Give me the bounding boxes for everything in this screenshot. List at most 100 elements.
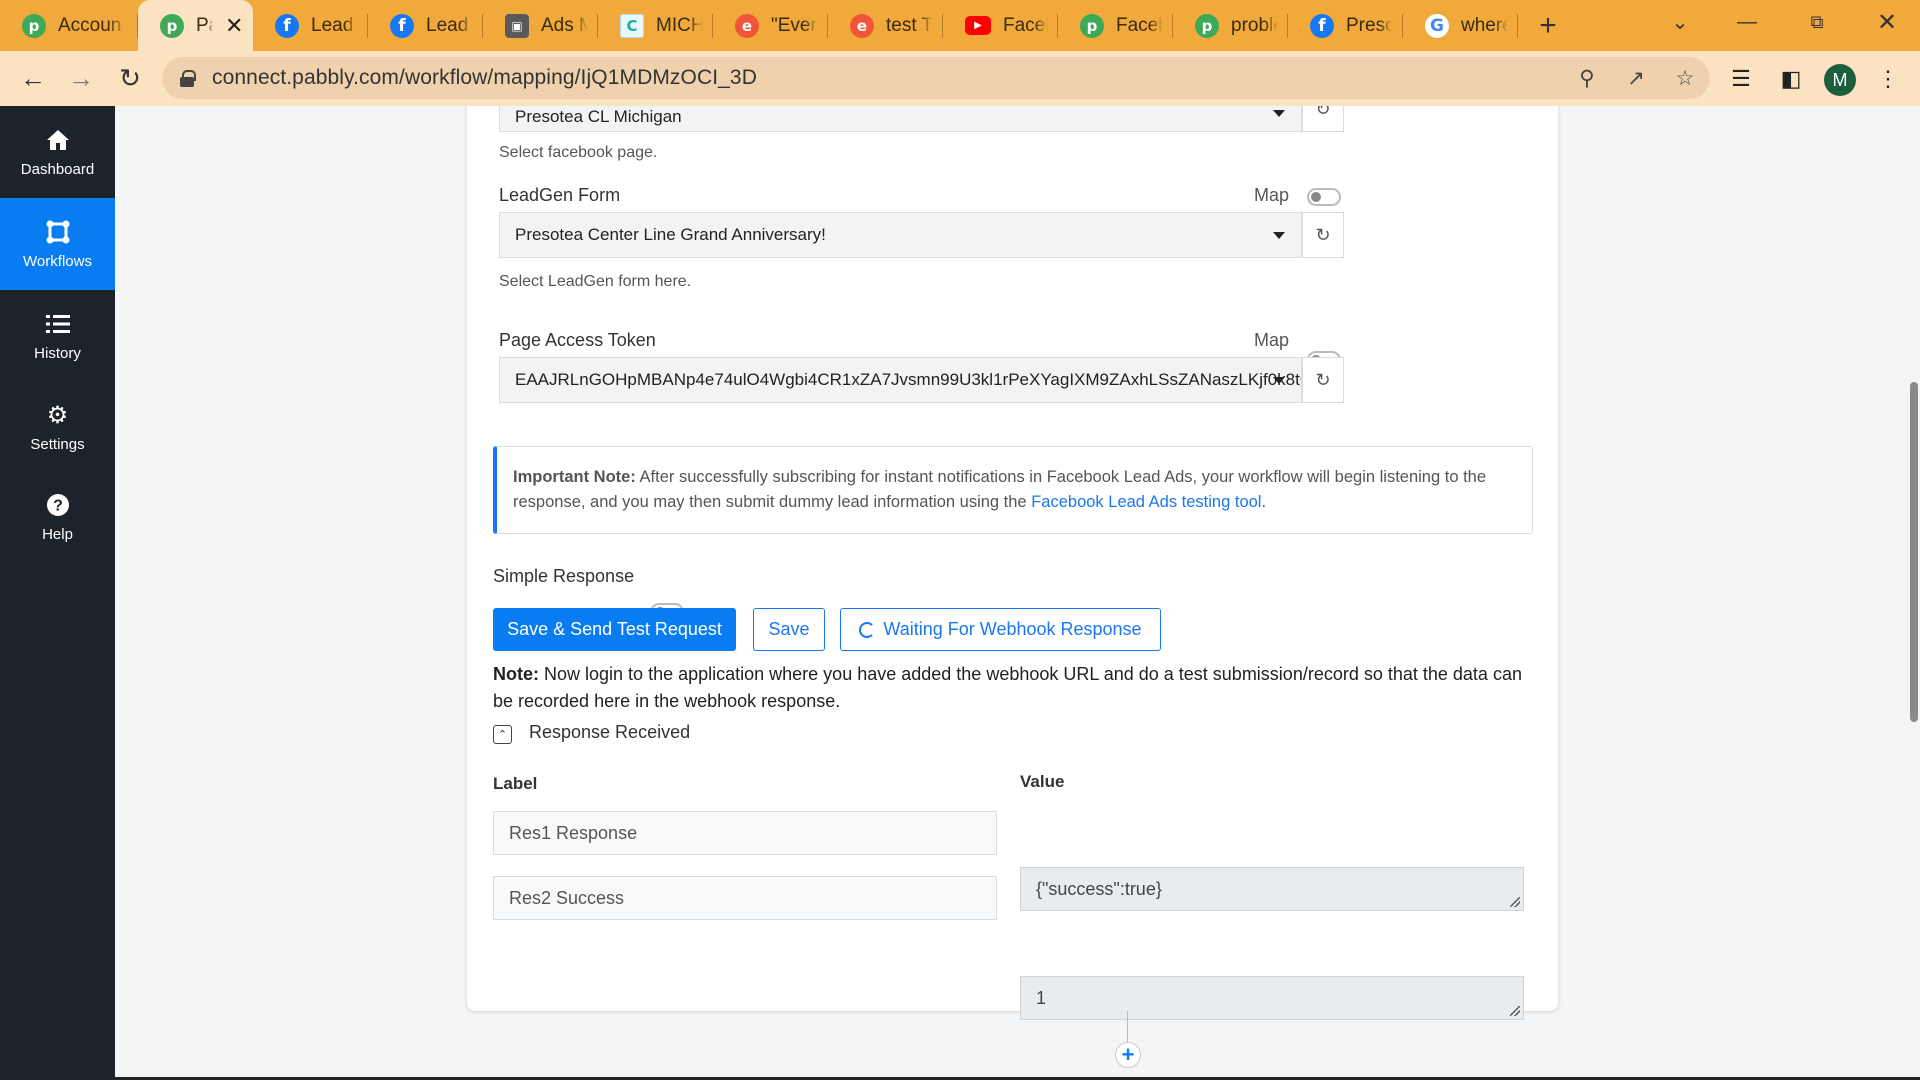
leadgen-form-help: Select LeadGen form here.: [499, 273, 692, 290]
share-icon[interactable]: ↗: [1623, 65, 1649, 91]
sidebar-item-history[interactable]: History: [0, 290, 115, 382]
browser-tab[interactable]: Gwhere: [1403, 0, 1518, 51]
tab-search-chevron-icon[interactable]: ⌄: [1645, 0, 1715, 44]
facebook-icon: f: [390, 13, 414, 38]
resize-handle-icon[interactable]: [1510, 1006, 1520, 1016]
c-icon: C: [620, 13, 644, 38]
sidebar: Dashboard Workflows History ⚙ Settings ?…: [0, 106, 115, 1080]
sidebar-item-help[interactable]: ? Help: [0, 471, 115, 563]
facebook-page-select[interactable]: Presotea CL Michigan: [499, 106, 1302, 132]
browser-tab[interactable]: p Pab ✕: [138, 0, 253, 51]
sidebar-item-label: Help: [42, 525, 73, 543]
waiting-button-label: Waiting For Webhook Response: [883, 619, 1142, 639]
browser-tab[interactable]: e test Tic: [828, 0, 943, 51]
response-value-text: {"success":true}: [1036, 878, 1162, 899]
sidebar-item-label: History: [34, 344, 81, 362]
sidebar-item-workflows[interactable]: Workflows: [0, 198, 115, 290]
tab-label: where: [1461, 14, 1508, 36]
browser-tab[interactable]: f Lead A: [368, 0, 483, 51]
youtube-icon: ▶: [965, 16, 991, 35]
testing-tool-link[interactable]: Facebook Lead Ads testing tool: [1031, 493, 1261, 511]
important-note-text: After successfully subscribing for insta…: [513, 468, 1487, 511]
workflow-icon: [45, 219, 71, 245]
webhook-note: Note: Now login to the application where…: [493, 661, 1533, 715]
tab-label: Pab: [196, 14, 213, 36]
new-tab-button[interactable]: +: [1518, 0, 1578, 51]
zoom-icon[interactable]: ⚲: [1574, 65, 1600, 91]
eventbrite-icon: e: [735, 13, 759, 38]
back-arrow-icon[interactable]: ←: [15, 60, 51, 96]
tab-label: Lead A: [426, 14, 473, 36]
facebook-page-help: Select facebook page.: [499, 144, 658, 161]
map-label: Map: [1254, 185, 1290, 205]
response-label-field[interactable]: Res2 Success: [493, 876, 997, 920]
response-value-field[interactable]: {"success":true}: [1020, 867, 1524, 911]
spinner-icon: [859, 621, 876, 638]
eventbrite-icon: e: [850, 13, 874, 38]
browser-tab[interactable]: ▣ Ads M: [483, 0, 598, 51]
waiting-webhook-response-button[interactable]: Waiting For Webhook Response: [840, 608, 1161, 651]
ads-manager-icon: ▣: [505, 13, 529, 38]
list-icon: [45, 311, 71, 337]
leadgen-form-select[interactable]: Presotea Center Line Grand Anniversary!: [499, 212, 1302, 258]
lock-icon[interactable]: [180, 70, 196, 87]
browser-tab[interactable]: ▶ Facebo: [943, 0, 1058, 51]
main-content: Presotea CL Michigan ↻ Select facebook p…: [115, 106, 1920, 1080]
browser-tab[interactable]: f Presot: [1288, 0, 1403, 51]
pabbly-icon: p: [160, 13, 184, 38]
sidebar-item-settings[interactable]: ⚙ Settings: [0, 381, 115, 473]
side-panel-icon[interactable]: ◧: [1777, 65, 1805, 93]
refresh-icon[interactable]: ↻: [1302, 106, 1344, 132]
response-label-field[interactable]: Res1 Response: [493, 811, 997, 855]
caret-down-icon: [1273, 377, 1285, 384]
url-text[interactable]: connect.pabbly.com/workflow/mapping/IjQ1…: [212, 66, 757, 90]
media-queue-icon[interactable]: ☰: [1727, 65, 1755, 93]
caret-down-icon: [1273, 110, 1285, 117]
more-menu-icon[interactable]: ⋮: [1874, 65, 1902, 93]
add-step-plus-icon[interactable]: +: [1115, 1042, 1141, 1068]
refresh-icon[interactable]: ↻: [1302, 212, 1344, 258]
google-icon: G: [1425, 13, 1449, 38]
note-text: Now login to the application where you h…: [493, 664, 1522, 711]
browser-tab[interactable]: pproble: [1173, 0, 1288, 51]
save-send-test-request-button[interactable]: Save & Send Test Request: [493, 608, 736, 651]
browser-tab[interactable]: f Lead A: [253, 0, 368, 51]
tab-label: Presot: [1346, 14, 1393, 36]
browser-tab[interactable]: p Facebo: [1058, 0, 1173, 51]
profile-avatar[interactable]: M: [1824, 64, 1856, 96]
resize-handle-icon[interactable]: [1510, 897, 1520, 907]
page-access-token-select[interactable]: EAAJRLnGOHpMBANp4e74ulO4Wgbi4CR1xZA7Jvsm…: [499, 357, 1302, 403]
tab-label: MICHI: [656, 14, 703, 36]
browser-tab[interactable]: p Accoun: [0, 0, 138, 51]
response-value-field[interactable]: 1: [1020, 976, 1524, 1020]
select-value: Presotea Center Line Grand Anniversary!: [515, 225, 826, 244]
value-column-header: Value: [1020, 772, 1065, 791]
save-button[interactable]: Save: [753, 608, 825, 651]
forward-arrow-icon[interactable]: →: [63, 60, 99, 96]
svg-text:?: ?: [53, 497, 63, 514]
note-title: Note:: [493, 664, 539, 684]
refresh-icon[interactable]: ↻: [1302, 357, 1344, 403]
leadgen-map-toggle[interactable]: [1307, 188, 1341, 206]
simple-response-label: Simple Response: [493, 566, 635, 586]
scrollbar-thumb[interactable]: [1910, 382, 1918, 722]
sidebar-item-dashboard[interactable]: Dashboard: [0, 106, 115, 198]
important-note: Important Note: After successfully subsc…: [493, 446, 1533, 534]
tab-label: Lead A: [311, 14, 358, 36]
browser-tab[interactable]: C MICHI: [598, 0, 713, 51]
browser-tab[interactable]: e "Eventl: [713, 0, 828, 51]
reload-icon[interactable]: ↻: [112, 60, 148, 96]
sidebar-item-label: Workflows: [23, 252, 92, 270]
bookmark-star-icon[interactable]: ☆: [1672, 65, 1698, 91]
close-tab-icon[interactable]: ✕: [225, 13, 243, 39]
tab-label: Facebo: [1003, 14, 1048, 36]
address-bar[interactable]: connect.pabbly.com/workflow/mapping/IjQ1…: [162, 57, 1710, 99]
sidebar-item-label: Dashboard: [20, 160, 95, 178]
minimize-button[interactable]: —: [1712, 0, 1782, 44]
close-window-button[interactable]: ✕: [1852, 0, 1920, 44]
browser-tab-bar: pAccounpPab✕fLead AfLead A▣Ads MCMICHIe"…: [0, 0, 1920, 51]
restore-button[interactable]: ⧉: [1782, 0, 1852, 44]
collapse-chevron-up-icon[interactable]: ⌃: [493, 725, 512, 744]
tab-label: test Tic: [886, 14, 933, 36]
pabbly-icon: p: [1080, 13, 1104, 38]
